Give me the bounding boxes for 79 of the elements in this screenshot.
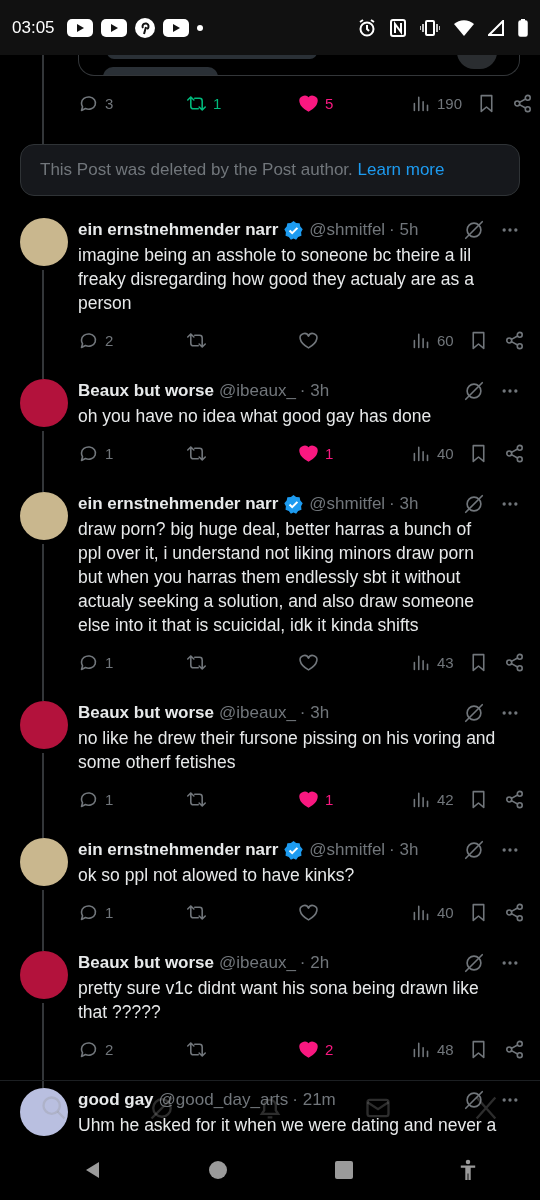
video-icon <box>162 18 189 37</box>
post-time: · 5h <box>389 220 419 240</box>
author-name[interactable]: Beaux but worse <box>78 703 215 723</box>
accessibility-icon[interactable] <box>459 1158 478 1182</box>
reply-text: imagine being an asshole to soneone bc theire a lil freaky disregarding how good they actualy are as a person <box>78 244 475 315</box>
search-icon[interactable] <box>40 1093 68 1122</box>
reply-button[interactable]: 1 <box>78 442 172 464</box>
alarm-icon <box>358 18 376 37</box>
pin-icon <box>134 17 155 38</box>
author-name[interactable]: Beaux but worse <box>78 953 215 973</box>
reply-text: ok so ppl not alowed to have kinks? <box>78 864 356 887</box>
author-handle[interactable]: @shmitfel <box>309 220 386 240</box>
post-time: · 3h <box>299 381 330 401</box>
share-icon[interactable] <box>512 92 534 114</box>
video-icon <box>66 18 93 37</box>
reply-button[interactable]: 1 <box>78 651 172 673</box>
repost-button[interactable]: 1 <box>186 92 284 114</box>
dot-icon <box>196 24 203 31</box>
reply-text: no like he drew their fursone pissing on his voring and some otherf fetishes <box>78 727 497 774</box>
share-icon[interactable] <box>503 442 525 464</box>
battery-icon <box>518 18 528 37</box>
views-button[interactable]: 43 <box>410 651 454 673</box>
share-icon[interactable] <box>503 788 525 810</box>
notice-text: This Post was deleted by the Post author. <box>40 160 353 179</box>
signal-icon <box>488 19 504 36</box>
recents-icon[interactable] <box>333 1160 354 1180</box>
post-time: · 3h <box>299 703 330 723</box>
share-icon[interactable] <box>503 651 525 673</box>
home-icon[interactable] <box>208 1160 229 1180</box>
post-time: · 21m <box>292 1090 336 1110</box>
share-icon[interactable] <box>503 901 525 923</box>
avatar[interactable] <box>20 218 68 266</box>
author-name[interactable]: ein ernstnehmender narr <box>78 494 279 514</box>
reply-text: Uhm he asked for it when we were dating and never a <box>78 1114 498 1137</box>
avatar[interactable] <box>20 1088 68 1136</box>
reply-text: oh you have no idea what good gay has done <box>78 405 433 428</box>
reply-button[interactable]: 2 <box>78 1038 172 1060</box>
nfc-icon <box>390 18 406 37</box>
video-icon <box>100 18 127 37</box>
views-button[interactable]: 60 <box>410 329 454 351</box>
avatar[interactable] <box>20 838 68 886</box>
reply-button[interactable]: 1 <box>78 788 172 810</box>
reply-text: pretty sure v1c didnt want his sona being drawn like that ????? <box>78 977 480 1024</box>
status-time: 03:05 <box>12 17 55 38</box>
views-button[interactable]: 42 <box>410 788 454 810</box>
reply-button[interactable]: 3 <box>78 92 172 114</box>
author-handle[interactable]: @ibeaux_ <box>219 381 296 401</box>
verified-badge-icon <box>283 839 305 861</box>
share-icon[interactable] <box>503 1038 525 1060</box>
reply-text: draw porn? big huge deal, better harras a bunch of ppl over it, i understand not liking minors draw porn but when you harras them endlessly sbt it without actualy seeking a solution, and also draw someone else into it that is scuicidal, idk it kinda shifts <box>78 518 475 637</box>
author-name[interactable]: Beaux but worse <box>78 381 215 401</box>
like-button[interactable]: 1 <box>298 788 396 810</box>
post-time: · 2h <box>299 953 330 973</box>
verified-badge-icon <box>283 493 305 515</box>
views-button[interactable]: 48 <box>410 1038 454 1060</box>
share-icon[interactable] <box>503 329 525 351</box>
post-time: · 3h <box>389 494 419 514</box>
like-button[interactable]: 5 <box>298 92 396 114</box>
author-handle[interactable]: @shmitfel <box>309 494 386 514</box>
views-button[interactable]: 40 <box>410 901 454 923</box>
author-name[interactable]: ein ernstnehmender narr <box>78 220 279 240</box>
like-button[interactable]: 2 <box>298 1038 396 1060</box>
avatar[interactable] <box>20 492 68 540</box>
author-handle[interactable]: @good_day_arts <box>158 1090 289 1110</box>
verified-badge-icon <box>283 219 305 241</box>
vibrate-icon <box>420 19 440 36</box>
views-button[interactable]: 190 <box>410 92 463 114</box>
post-time: · 3h <box>389 840 419 860</box>
author-handle[interactable]: @ibeaux_ <box>219 703 296 723</box>
author-handle[interactable]: @ibeaux_ <box>219 953 296 973</box>
views-button[interactable]: 40 <box>410 442 454 464</box>
author-name[interactable]: ein ernstnehmender narr <box>78 840 279 860</box>
wifi-icon <box>454 19 474 36</box>
like-button[interactable]: 1 <box>298 442 396 464</box>
reply-button[interactable]: 2 <box>78 329 172 351</box>
author-name[interactable]: good gay <box>78 1090 154 1110</box>
learn-more-link[interactable]: Learn more <box>357 160 445 179</box>
reply-button[interactable]: 1 <box>78 901 172 923</box>
author-handle[interactable]: @shmitfel <box>309 840 386 860</box>
